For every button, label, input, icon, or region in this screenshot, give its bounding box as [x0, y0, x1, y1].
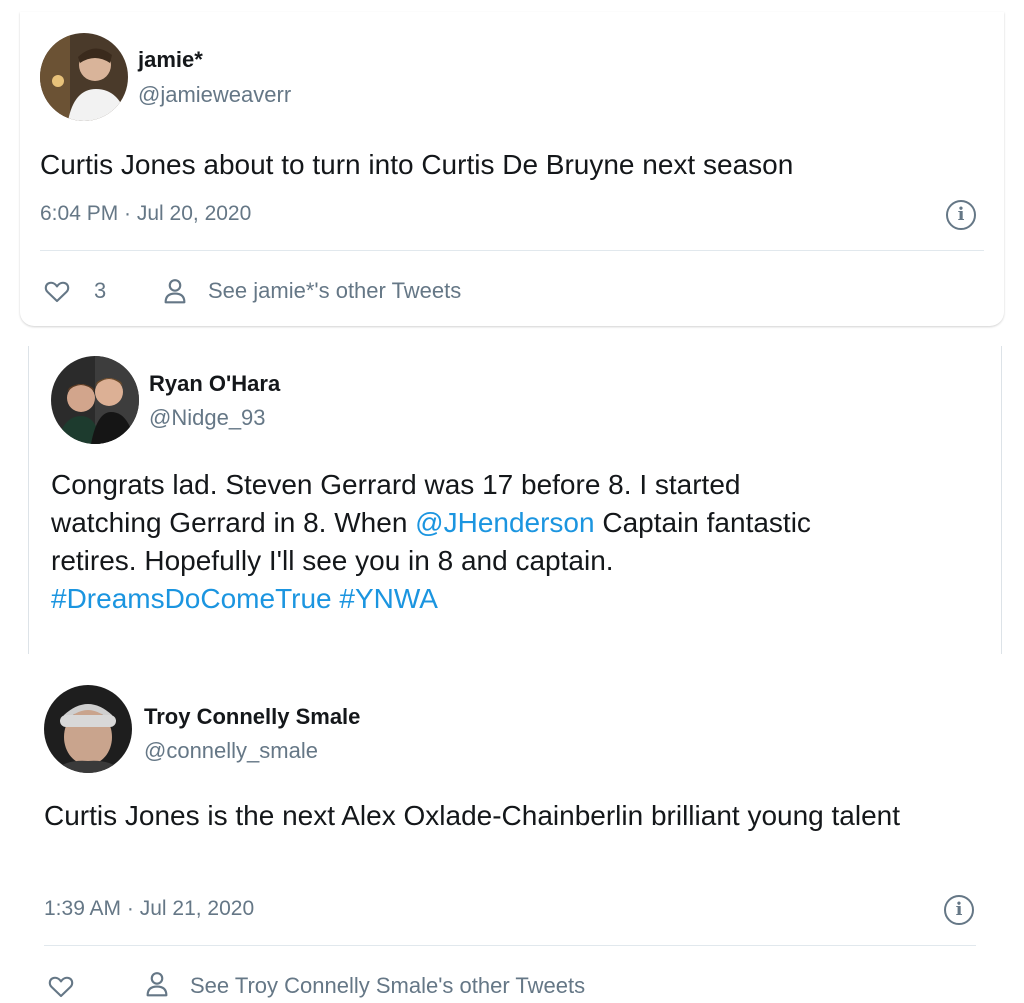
- tweet-text: Curtis Jones about to turn into Curtis D…: [40, 149, 794, 180]
- avatar-photo-troy: [44, 685, 132, 773]
- avatar[interactable]: [51, 356, 139, 444]
- avatar[interactable]: [44, 685, 132, 773]
- heart-icon[interactable]: [46, 971, 76, 1001]
- other-tweets-link[interactable]: See jamie*'s other Tweets: [208, 278, 461, 304]
- like-count[interactable]: 3: [94, 278, 106, 304]
- tweet-text-line: retires. Hopefully I'll see you in 8 and…: [51, 545, 614, 576]
- info-icon[interactable]: i: [944, 895, 974, 925]
- person-icon: [164, 279, 186, 304]
- heart-icon[interactable]: [42, 276, 72, 306]
- other-tweets-link[interactable]: See Troy Connelly Smale's other Tweets: [190, 973, 585, 999]
- hashtag-link[interactable]: #DreamsDoComeTrue: [51, 583, 332, 614]
- display-name[interactable]: Ryan O'Hara: [149, 371, 280, 397]
- tweet-timestamp[interactable]: 1:39 AM · Jul 21, 2020: [44, 897, 254, 921]
- avatar[interactable]: [40, 33, 128, 121]
- info-icon[interactable]: i: [946, 200, 976, 230]
- tweet-text-line: watching Gerrard in 8. When @JHenderson …: [51, 504, 991, 542]
- user-handle[interactable]: @Nidge_93: [149, 405, 266, 431]
- tweet-card-troy: Troy Connelly Smale @connelly_smale Curt…: [20, 665, 1004, 1003]
- avatar-photo-jamie: [40, 33, 128, 121]
- user-handle[interactable]: @connelly_smale: [144, 738, 318, 764]
- tweet-text-line: Congrats lad. Steven Gerrard was 17 befo…: [51, 469, 741, 500]
- avatar-photo-ryan: [51, 356, 139, 444]
- tweet-text: Congrats lad. Steven Gerrard was 17 befo…: [51, 466, 991, 618]
- display-name[interactable]: Troy Connelly Smale: [144, 704, 360, 730]
- tweet-text-fragment: watching Gerrard in 8. When: [51, 507, 416, 538]
- tweet-text: Curtis Jones is the next Alex Oxlade-Cha…: [44, 800, 901, 831]
- user-handle[interactable]: @jamieweaverr: [138, 82, 291, 108]
- tweet-card-jamie: jamie* @jamieweaverr Curtis Jones about …: [20, 12, 1004, 326]
- display-name[interactable]: jamie*: [138, 47, 203, 73]
- tweet-text-fragment: Captain fantastic: [594, 507, 811, 538]
- hashtag-line: #DreamsDoComeTrue #YNWA: [51, 580, 991, 618]
- hashtag-link[interactable]: #YNWA: [339, 583, 438, 614]
- mention-link[interactable]: @JHenderson: [415, 507, 594, 538]
- tweet-card-ryan: Ryan O'Hara @Nidge_93 Congrats lad. Stev…: [28, 346, 1002, 654]
- person-icon: [146, 972, 168, 997]
- tweet-timestamp[interactable]: 6:04 PM · Jul 20, 2020: [40, 202, 251, 226]
- divider: [44, 945, 976, 946]
- divider: [40, 250, 984, 251]
